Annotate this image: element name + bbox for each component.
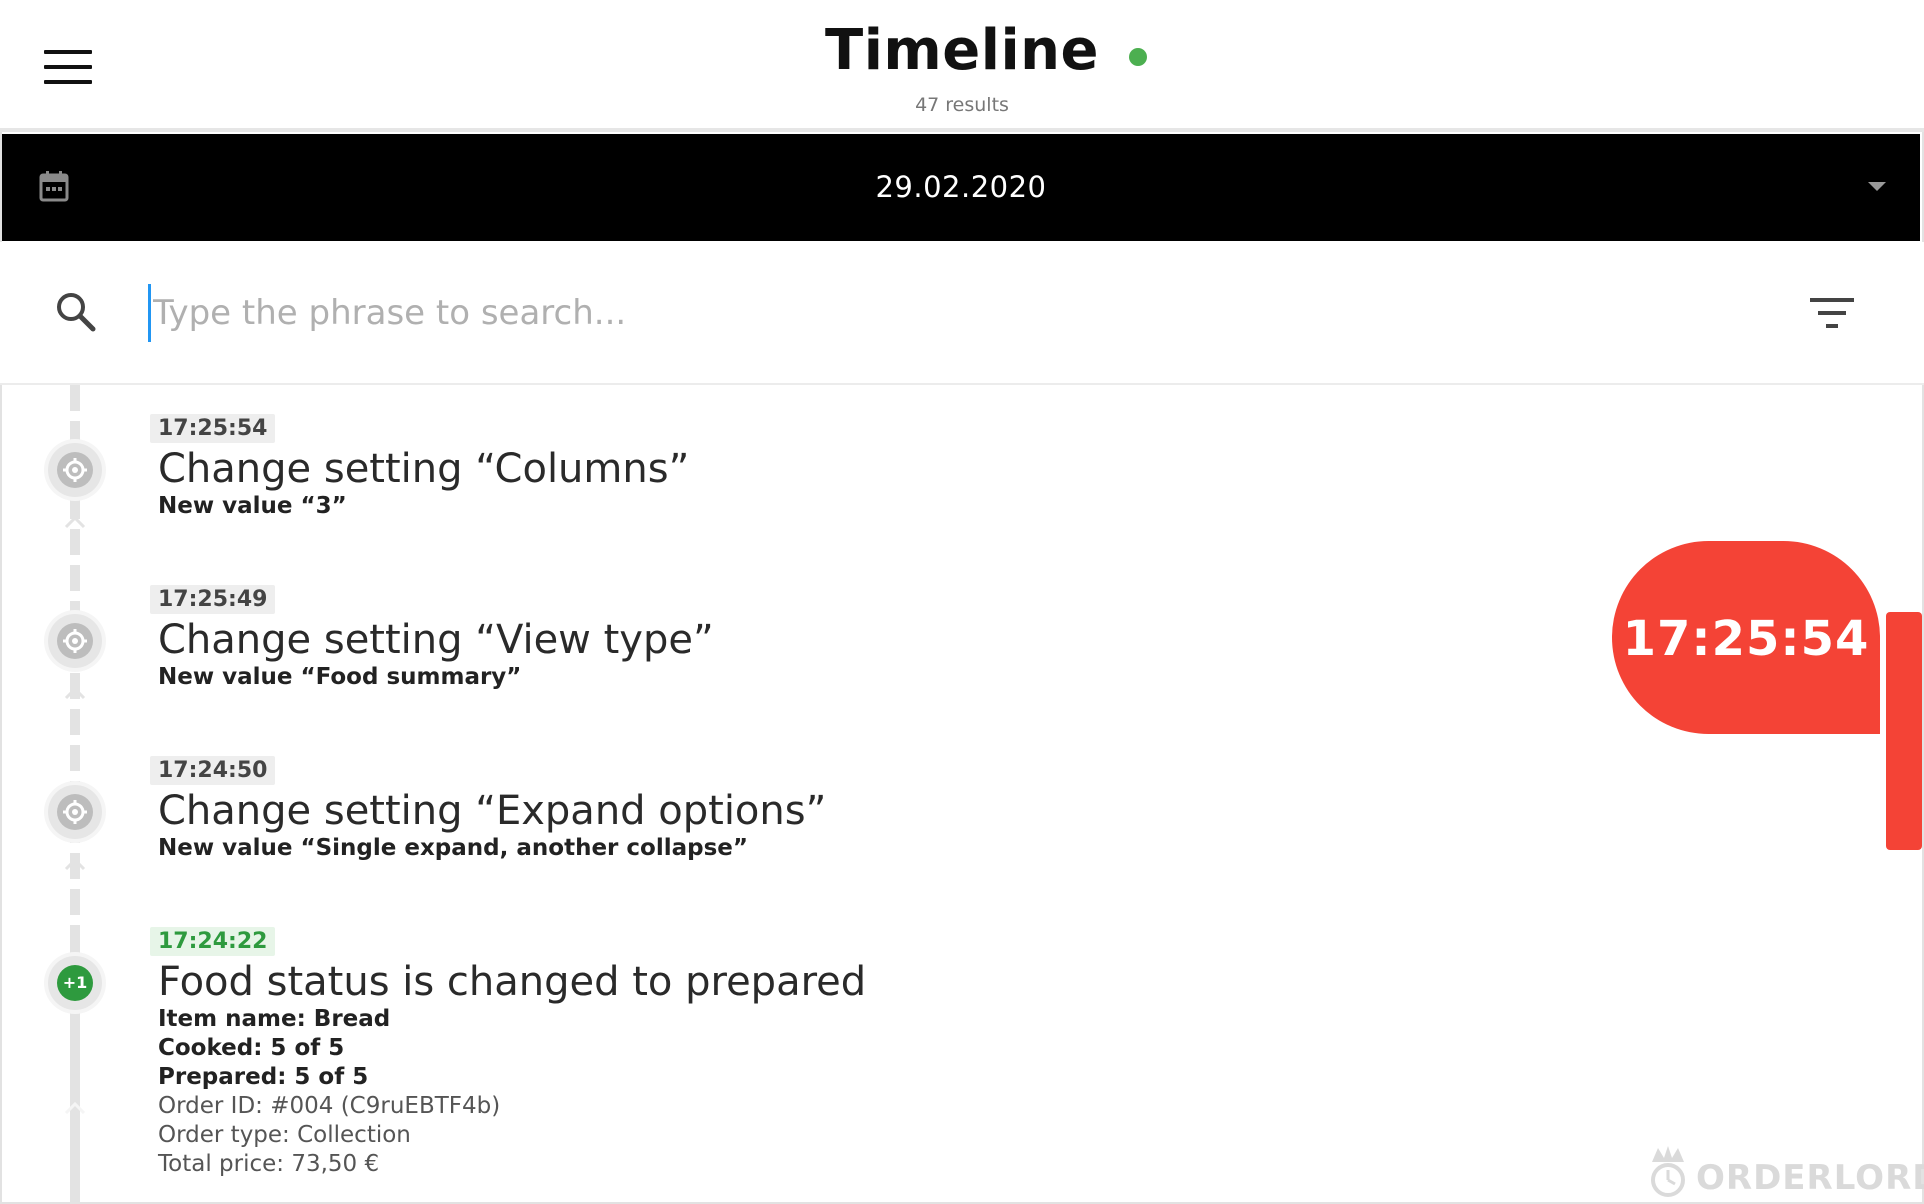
page-title: Timeline xyxy=(825,18,1147,83)
scroll-time-label: 17:25:54 xyxy=(1622,611,1870,667)
chevron-up-icon xyxy=(64,857,86,871)
detail-total-price: Total price: 73,50 € xyxy=(158,1151,380,1177)
entry-time: 17:24:50 xyxy=(150,756,276,785)
detail-prepared: Prepared: 5 of 5 xyxy=(158,1064,369,1090)
count-badge: +1 xyxy=(57,965,93,1001)
detail-item-name: Item name: Bread xyxy=(158,1006,391,1032)
detail-order-type: Order type: Collection xyxy=(158,1122,411,1148)
chevron-up-icon xyxy=(64,1101,86,1115)
search-icon xyxy=(57,293,96,332)
logo-text: ORDERLORD xyxy=(1696,1158,1924,1198)
timeline-list[interactable]: 17:25:54 Change setting “Columns” New va… xyxy=(0,385,1924,1204)
timeline-node xyxy=(48,443,102,497)
selected-date: 29.02.2020 xyxy=(875,170,1047,204)
page-title-text: Timeline xyxy=(825,18,1099,83)
results-count: 47 results xyxy=(915,94,1009,116)
search-input[interactable] xyxy=(148,284,1755,342)
entry-subtitle: New value “Single expand, another collap… xyxy=(158,835,748,861)
entry-time: 17:25:49 xyxy=(150,585,276,614)
gear-icon xyxy=(63,800,87,824)
orderlord-logo: ORDERLORD xyxy=(1640,1142,1924,1202)
entry-time: 17:25:54 xyxy=(150,414,276,443)
date-selector[interactable]: 29.02.2020 xyxy=(2,134,1920,241)
scroll-handle[interactable] xyxy=(1886,612,1922,850)
entry-title: Food status is changed to prepared xyxy=(158,959,867,1005)
entry-title: Change setting “Expand options” xyxy=(158,788,827,834)
detail-cooked: Cooked: 5 of 5 xyxy=(158,1035,345,1061)
dropdown-arrow-icon[interactable] xyxy=(1868,182,1886,191)
entry-subtitle: New value “Food summary” xyxy=(158,664,522,690)
gear-icon xyxy=(63,458,87,482)
entry-title: Change setting “Columns” xyxy=(158,446,690,492)
scroll-time-bubble: 17:25:54 xyxy=(1612,541,1880,734)
search-bar xyxy=(0,242,1924,385)
chevron-up-icon xyxy=(64,686,86,700)
timeline-node xyxy=(48,614,102,668)
entry-subtitle: New value “3” xyxy=(158,493,347,519)
entry-time: 17:24:22 xyxy=(150,927,276,956)
chevron-up-icon xyxy=(64,515,86,529)
timeline-node: +1 xyxy=(48,956,102,1010)
entry-title: Change setting “View type” xyxy=(158,617,714,663)
status-dot-icon xyxy=(1128,48,1147,66)
crown-clock-icon xyxy=(1651,1146,1685,1197)
timeline-node xyxy=(48,785,102,839)
detail-order-id: Order ID: #004 (C9ruEBTF4b) xyxy=(158,1093,501,1119)
gear-icon xyxy=(63,629,87,653)
filter-icon[interactable] xyxy=(1808,296,1856,332)
app-header: Timeline 47 results xyxy=(0,0,1924,132)
